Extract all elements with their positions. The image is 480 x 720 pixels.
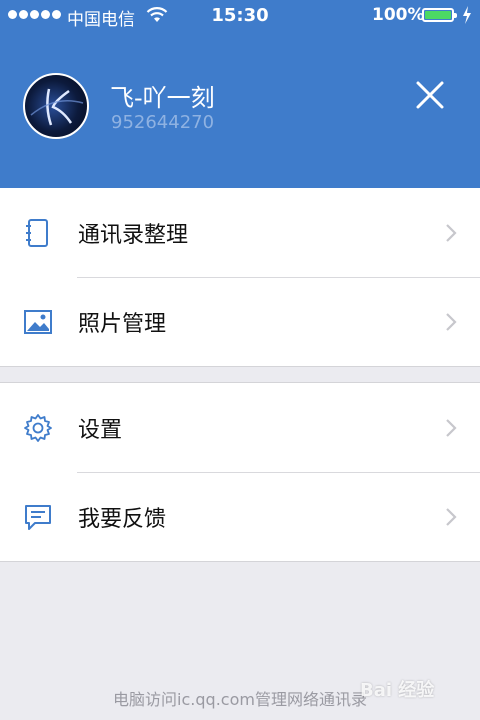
avatar-image [30,88,84,126]
chevron-right-icon [446,313,457,331]
status-bar: 中国电信 15:30 100% [0,0,480,32]
close-icon[interactable] [410,75,450,115]
profile-header: 中国电信 15:30 100% 飞-吖一刻 952644270 [0,0,480,188]
avatar[interactable] [23,73,89,139]
menu-item-label: 我要反馈 [78,507,167,532]
menu-item-label: 通讯录整理 [78,223,189,248]
menu-item-label: 照片管理 [78,312,167,337]
charging-icon [463,6,471,24]
menu-item-settings[interactable]: 设置 [0,383,480,472]
feedback-message-icon [25,505,51,530]
chevron-right-icon [446,508,457,526]
menu-group-tools: 通讯录整理 照片管理 [0,188,480,367]
menu-item-contacts-organize[interactable]: 通讯录整理 [0,188,480,277]
menu-item-photo-manage[interactable]: 照片管理 [0,277,480,366]
menu-item-label: 设置 [78,418,123,443]
chevron-right-icon [446,419,457,437]
battery-icon [422,8,457,22]
contacts-book-icon [26,219,48,247]
profile-name: 飞-吖一刻 [110,84,215,112]
menu-group-settings: 设置 我要反馈 [0,382,480,562]
photo-icon [24,310,52,334]
watermark: Bai 经验 [360,680,435,701]
chevron-right-icon [446,224,457,242]
menu-item-feedback[interactable]: 我要反馈 [0,472,480,561]
battery-percentage: 100% [372,5,425,25]
profile-id: 952644270 [111,112,215,133]
settings-gear-icon [24,414,52,442]
